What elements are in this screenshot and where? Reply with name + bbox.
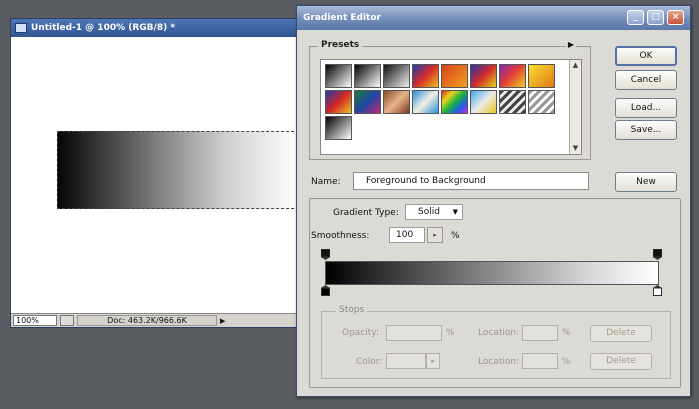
preset-swatch[interactable] (499, 64, 526, 88)
dialog-titlebar[interactable]: Gradient Editor _ □ × (297, 6, 690, 30)
color-stop-left-icon[interactable] (321, 285, 330, 296)
document-titlebar[interactable]: Untitled-1 @ 100% (RGB/8) * (11, 19, 309, 37)
preset-swatch[interactable] (528, 90, 555, 114)
gradient-ramp-preview[interactable] (325, 261, 659, 285)
preset-swatch[interactable] (354, 64, 381, 88)
opacity-label: Opacity: (342, 328, 379, 338)
minimize-icon[interactable]: _ (627, 10, 644, 25)
save-button[interactable]: Save... (615, 120, 677, 140)
scroll-down-icon[interactable]: ▼ (570, 143, 581, 154)
new-button[interactable]: New (615, 172, 677, 192)
preset-swatch[interactable] (499, 90, 526, 114)
delete-color-stop-button[interactable]: Delete (590, 353, 652, 370)
presets-group: Presets ▶ ▲ ▼ (309, 40, 591, 160)
gradient-type-label: Gradient Type: (333, 208, 399, 218)
opacity-location-unit: % (562, 328, 571, 338)
swatch-grid (325, 64, 557, 140)
opacity-input[interactable] (386, 325, 442, 341)
preset-swatch[interactable] (412, 64, 439, 88)
presets-swatch-list: ▲ ▼ (320, 59, 582, 155)
stops-group: Stops Opacity: % Location: % Delete Colo… (321, 305, 671, 379)
opacity-unit: % (446, 328, 455, 338)
scroll-up-icon[interactable]: ▲ (570, 60, 581, 71)
color-label: Color: (356, 357, 383, 367)
preset-swatch[interactable] (470, 90, 497, 114)
window-controls: _ □ × (627, 10, 684, 25)
doc-info-text: Doc: 463.2K/966.6K (77, 315, 217, 326)
stops-label: Stops (336, 305, 368, 315)
color-stop-right-icon[interactable] (653, 285, 662, 296)
close-icon[interactable]: × (667, 10, 684, 25)
preset-swatch[interactable] (354, 90, 381, 114)
maximize-icon[interactable]: □ (647, 10, 664, 25)
preset-swatch[interactable] (383, 64, 410, 88)
color-location-input[interactable] (522, 353, 558, 369)
smoothness-unit: % (451, 231, 460, 241)
opacity-location-label: Location: (478, 328, 520, 338)
zoom-field[interactable]: 100% (13, 315, 57, 326)
gradient-editor-dialog: Gradient Editor _ □ × Presets ▶ ▲ ▼ OK C… (296, 5, 691, 397)
preset-swatch[interactable] (383, 90, 410, 114)
status-arrow-icon[interactable]: ▶ (220, 317, 225, 325)
gradient-name-input[interactable]: Foreground to Background (353, 172, 589, 190)
color-location-label: Location: (478, 357, 520, 367)
presets-label: Presets (318, 40, 363, 50)
preset-swatch[interactable] (528, 64, 555, 88)
document-window: Untitled-1 @ 100% (RGB/8) * 100% Doc: 46… (10, 18, 310, 328)
ok-button[interactable]: OK (615, 46, 677, 66)
document-title: Untitled-1 @ 100% (RGB/8) * (31, 23, 176, 33)
document-icon (15, 23, 27, 33)
dialog-title: Gradient Editor (303, 13, 381, 23)
gradient-type-select[interactable]: Solid (405, 204, 463, 220)
smoothness-input[interactable]: 100 (389, 227, 425, 243)
status-info-icon[interactable] (60, 315, 74, 326)
preset-swatch[interactable] (441, 64, 468, 88)
color-location-unit: % (562, 357, 571, 367)
document-canvas[interactable] (11, 37, 309, 313)
opacity-location-input[interactable] (522, 325, 558, 341)
preset-swatch[interactable] (412, 90, 439, 114)
opacity-stop-right-icon[interactable] (653, 249, 662, 260)
smoothness-stepper-icon[interactable]: ▸ (427, 227, 443, 243)
presets-menu-arrow-icon[interactable]: ▶ (566, 40, 576, 50)
preset-swatch[interactable] (470, 64, 497, 88)
color-swatch[interactable] (386, 353, 426, 369)
marquee-selection (57, 131, 309, 209)
name-label: Name: (311, 177, 341, 187)
preset-swatch[interactable] (441, 90, 468, 114)
opacity-stop-left-icon[interactable] (321, 249, 330, 260)
presets-scrollbar[interactable]: ▲ ▼ (569, 60, 581, 154)
preset-swatch[interactable] (325, 64, 352, 88)
preset-swatch[interactable] (325, 90, 352, 114)
delete-opacity-stop-button[interactable]: Delete (590, 325, 652, 342)
color-picker-arrow-icon[interactable]: ▸ (426, 353, 440, 369)
document-statusbar: 100% Doc: 463.2K/966.6K ▶ (11, 313, 309, 327)
load-button[interactable]: Load... (615, 98, 677, 118)
cancel-button[interactable]: Cancel (615, 70, 677, 90)
preset-swatch[interactable] (325, 116, 352, 140)
smoothness-label: Smoothness: (311, 231, 370, 241)
